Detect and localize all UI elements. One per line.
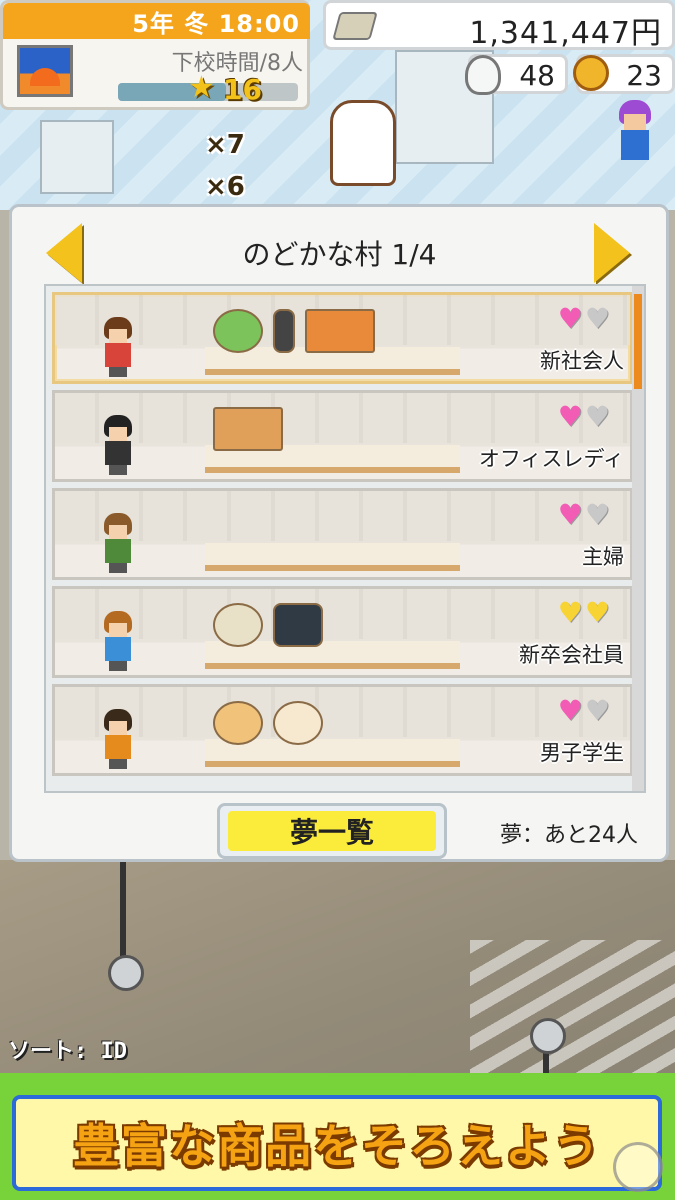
heart-icon: ♥ bbox=[557, 596, 583, 629]
customer-row[interactable]: ♥ ♥ オフィスレディ bbox=[52, 390, 633, 482]
customer-row[interactable]: ♥ ♥ 男子学生 bbox=[52, 684, 633, 776]
ice-cream-cone-icon bbox=[273, 701, 323, 745]
affection-hearts: ♥ ♥ bbox=[558, 599, 610, 627]
dream-list-button-label: 夢一覧 bbox=[228, 811, 436, 851]
shop-counter bbox=[40, 120, 114, 194]
shop-counter bbox=[205, 543, 460, 571]
purchased-goods bbox=[213, 603, 323, 647]
customer-row[interactable]: ♥ ♥ 新社会人 bbox=[52, 292, 633, 384]
customer-list-dialog: のどかな村 1/4 ♥ ♥ 新社会人 ♥ ♥ オフィスレディ ♥ ♥ 主婦 ♥ ♥ 新卒会社員 ♥ ♥ 男子… bbox=[9, 204, 669, 862]
date-time: 5年 冬 18:00 bbox=[3, 3, 310, 39]
heart-icon: ♥ bbox=[557, 400, 583, 433]
customer-row[interactable]: ♥ ♥ 主婦 bbox=[52, 488, 633, 580]
medal-icon bbox=[573, 55, 609, 91]
customer-list[interactable]: ♥ ♥ 新社会人 ♥ ♥ オフィスレディ ♥ ♥ 主婦 ♥ ♥ 新卒会社員 ♥ ♥ 男子学生 bbox=[44, 284, 646, 793]
bento-box-icon bbox=[305, 309, 375, 353]
customer-row[interactable]: ♥ ♥ 新卒会社員 bbox=[52, 586, 633, 678]
affection-hearts: ♥ ♥ bbox=[558, 403, 610, 431]
fried-food-bento-icon bbox=[213, 407, 283, 451]
star-icon: ★ bbox=[188, 70, 215, 105]
customer-sprite bbox=[100, 317, 136, 379]
rank-level: 16 bbox=[223, 73, 262, 106]
idea-points-box: 48 bbox=[465, 54, 568, 95]
crosswalk bbox=[470, 940, 675, 1080]
scrollbar-thumb[interactable] bbox=[634, 294, 642, 389]
lucky-cat-statue bbox=[330, 100, 396, 186]
sunset-icon bbox=[17, 45, 73, 97]
row-background bbox=[55, 589, 630, 639]
customer-type-label: 男子学生 bbox=[540, 741, 624, 765]
customer-sprite bbox=[100, 611, 136, 673]
customer-sprite bbox=[100, 415, 136, 477]
heart-icon: ♥ bbox=[584, 596, 610, 629]
street-lamp-icon bbox=[108, 955, 144, 991]
row-background bbox=[55, 491, 630, 541]
next-page-arrow-icon[interactable] bbox=[594, 223, 630, 283]
idea-points-value: 48 bbox=[519, 59, 555, 92]
item-stack-count: ×6 bbox=[205, 172, 245, 202]
customer-sprite bbox=[100, 513, 136, 575]
promo-banner-frame: 豊富な商品をそろえよう bbox=[12, 1095, 662, 1191]
row-background bbox=[55, 687, 630, 737]
customer-sprite bbox=[100, 709, 136, 771]
pudding-icon bbox=[213, 701, 263, 745]
purchased-goods bbox=[213, 407, 283, 451]
customer-type-label: 新卒会社員 bbox=[519, 643, 624, 667]
lightbulb-icon bbox=[465, 55, 501, 95]
medals-box: 23 bbox=[573, 54, 675, 94]
heart-icon: ♥ bbox=[584, 302, 610, 335]
promo-banner: 豊富な商品をそろえよう bbox=[0, 1073, 675, 1200]
customer-sprite bbox=[615, 100, 655, 162]
dialog-title: のどかな村 1/4 bbox=[242, 238, 437, 271]
customer-type-label: 主婦 bbox=[582, 545, 624, 569]
heart-icon: ♥ bbox=[584, 400, 610, 433]
onigiri-icon bbox=[273, 603, 323, 647]
money-icon bbox=[332, 12, 378, 40]
purchased-goods bbox=[213, 309, 375, 353]
street-lamp-pole bbox=[120, 860, 126, 970]
money-panel: 1,341,447円 bbox=[323, 0, 675, 51]
heart-icon: ♥ bbox=[557, 302, 583, 335]
phone-icon bbox=[273, 309, 295, 353]
heart-icon: ♥ bbox=[557, 498, 583, 531]
street-lamp-icon bbox=[530, 1018, 566, 1054]
dream-list-button[interactable]: 夢一覧 bbox=[217, 803, 447, 859]
date-panel[interactable]: 5年 冬 18:00 下校時間/8人 ★ 16 bbox=[0, 0, 310, 110]
heart-icon: ♥ bbox=[584, 694, 610, 727]
affection-hearts: ♥ ♥ bbox=[558, 697, 610, 725]
affection-hearts: ♥ ♥ bbox=[558, 501, 610, 529]
heart-icon: ♥ bbox=[557, 694, 583, 727]
promo-banner-text: 豊富な商品をそろえよう bbox=[73, 1119, 601, 1173]
watermark-logo bbox=[613, 1142, 663, 1192]
salad-bowl-icon bbox=[213, 309, 263, 353]
row-background bbox=[55, 393, 630, 443]
money-value: 1,341,447円 bbox=[469, 16, 662, 51]
noodle-bowl-icon bbox=[213, 603, 263, 647]
list-scrollbar[interactable] bbox=[632, 286, 644, 791]
medals-value: 23 bbox=[626, 59, 662, 92]
affection-hearts: ♥ ♥ bbox=[558, 305, 610, 333]
purchased-goods bbox=[213, 701, 323, 745]
customer-type-label: 新社会人 bbox=[540, 349, 624, 373]
item-stack-count: ×7 bbox=[205, 130, 245, 160]
heart-icon: ♥ bbox=[584, 498, 610, 531]
dreams-remaining: 夢：あと24人 bbox=[500, 823, 638, 848]
prev-page-arrow-icon[interactable] bbox=[46, 223, 82, 283]
customer-type-label: オフィスレディ bbox=[478, 447, 624, 471]
sort-label[interactable]: ソート: ID bbox=[8, 1033, 127, 1065]
